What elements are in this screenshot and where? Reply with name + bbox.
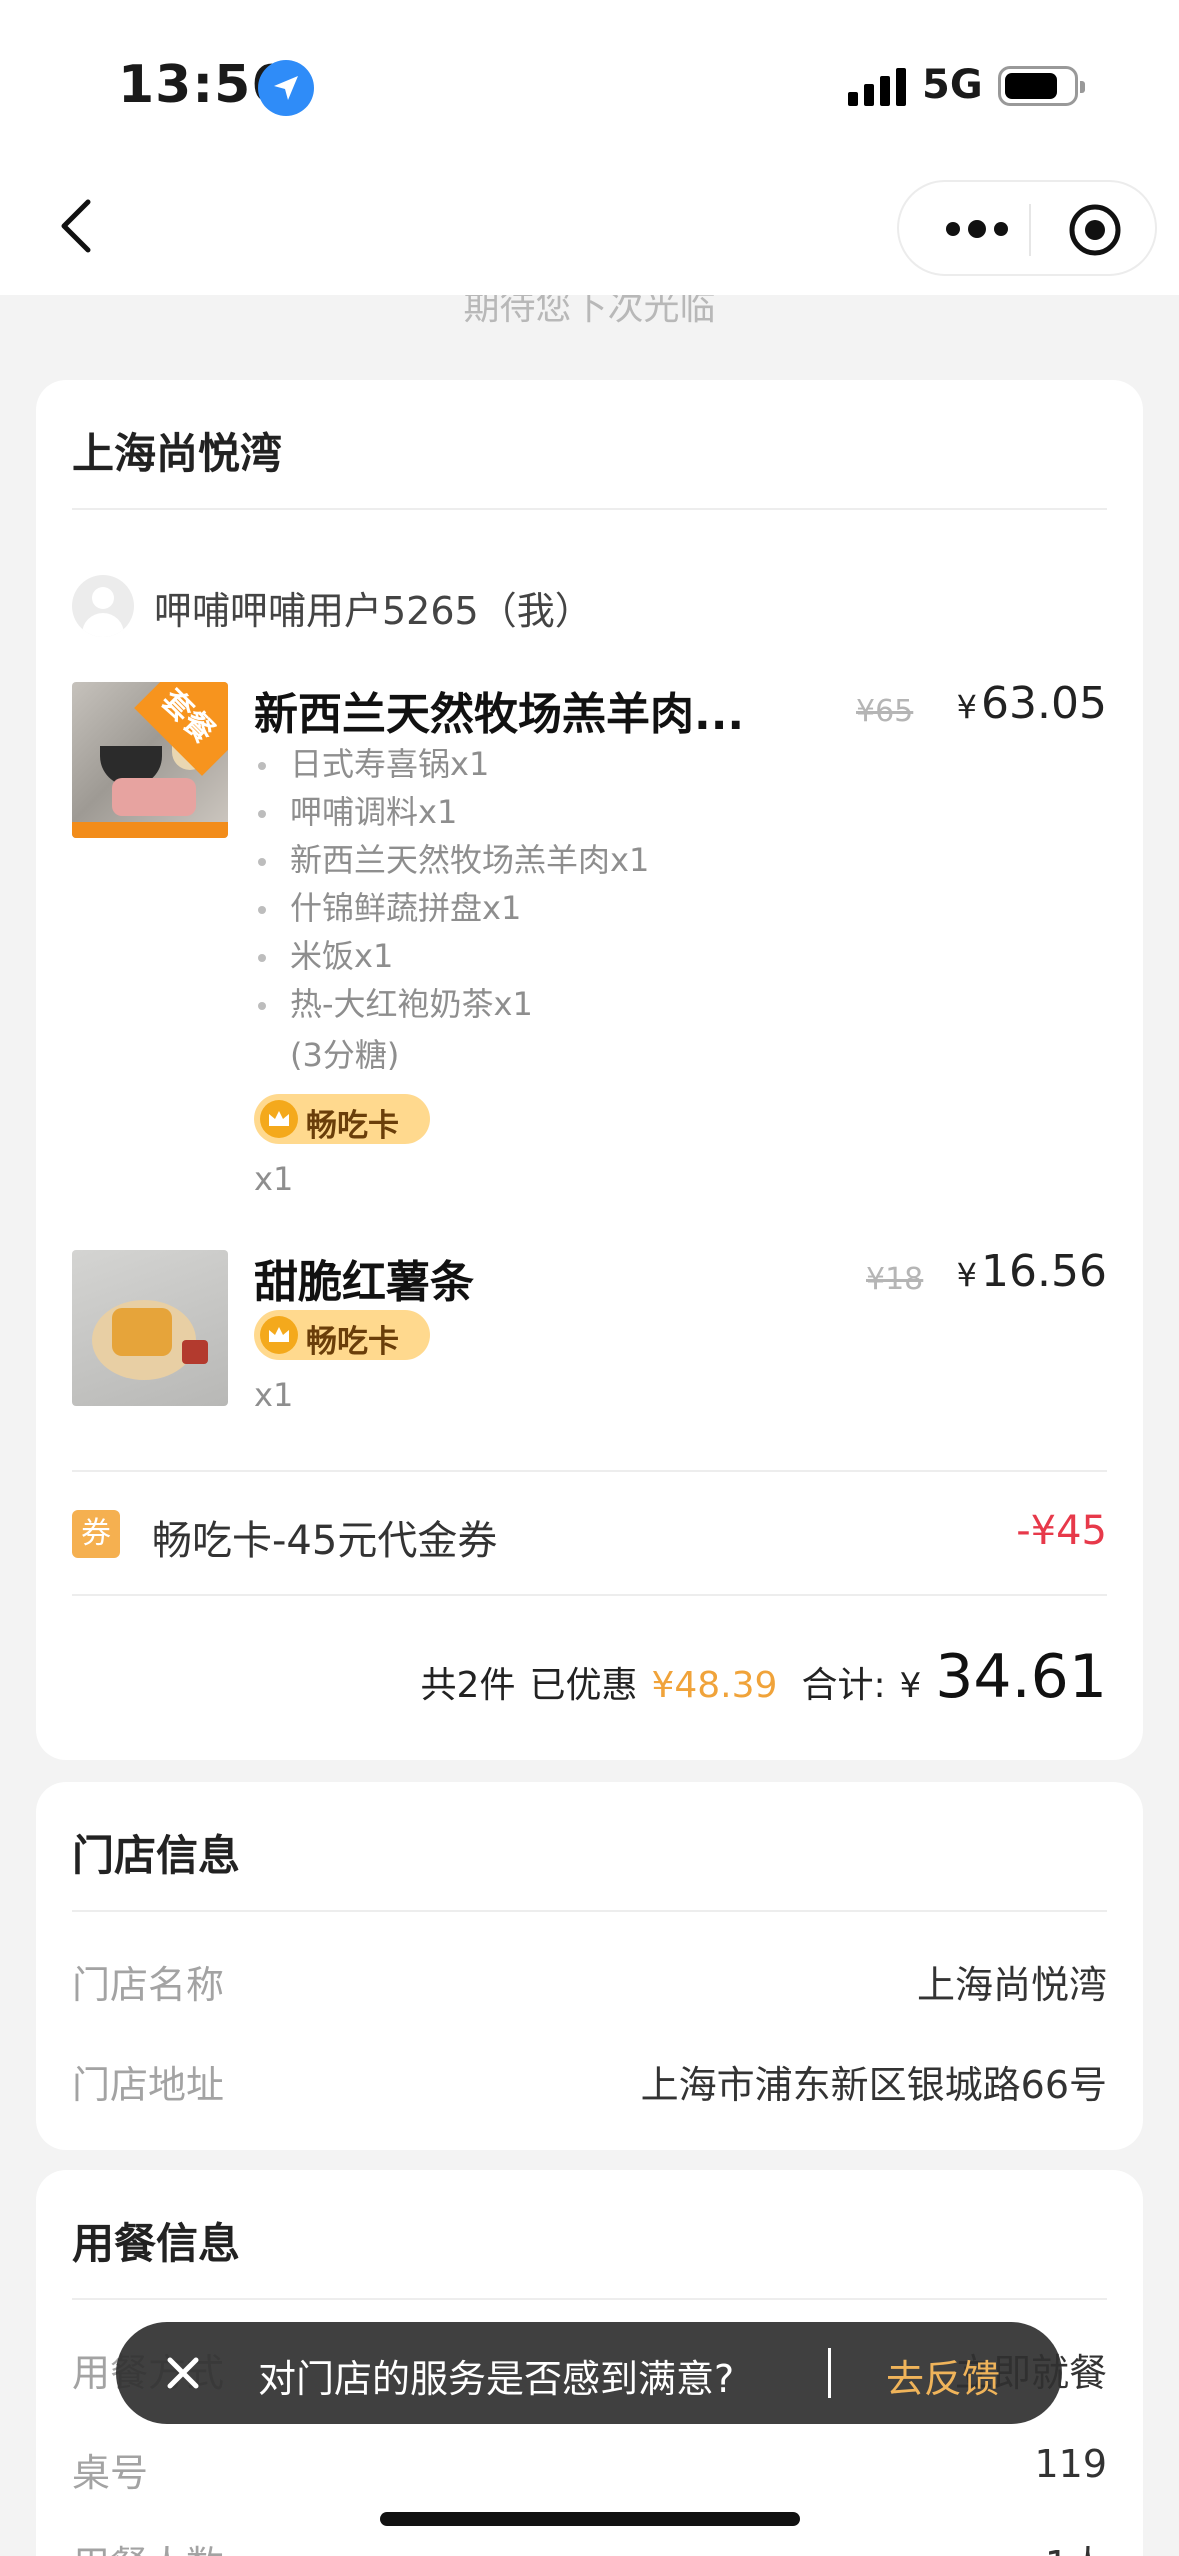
divider xyxy=(72,2298,1107,2300)
order-total-row: 共2件 已优惠 ¥48.39 合计: ¥ 34.61 xyxy=(421,1642,1107,1712)
list-item: 日式寿喜锅x1 xyxy=(254,740,649,788)
mini-program-capsule xyxy=(897,180,1157,276)
battery-icon xyxy=(998,66,1085,106)
item-quantity: x1 xyxy=(254,1160,294,1198)
info-value: 上海市浦东新区银城路66号 xyxy=(640,2063,1107,2107)
divider xyxy=(72,508,1107,510)
info-key: 门店地址 xyxy=(72,2063,225,2107)
item-name: 新西兰天然牧场羔羊肉... xyxy=(254,689,745,740)
sub-item-list: 日式寿喜锅x1 呷哺调料x1 新西兰天然牧场羔羊肉x1 什锦鲜蔬拼盘x1 米饭x… xyxy=(254,740,649,1028)
coupon-amount: -¥45 xyxy=(1016,1508,1107,1554)
close-icon[interactable] xyxy=(160,2350,206,2396)
list-item: 米饭x1 xyxy=(254,932,649,980)
section-title: 用餐信息 xyxy=(72,2219,241,2268)
item-thumbnail xyxy=(72,1250,228,1406)
price-currency: ¥ xyxy=(956,688,978,726)
info-key: 门店名称 xyxy=(72,1963,225,2007)
location-arrow-icon xyxy=(258,60,314,116)
info-key: 用餐人数 xyxy=(72,2534,224,2556)
crown-icon xyxy=(260,1100,298,1138)
discount-value: ¥48.39 xyxy=(651,1665,778,1706)
feedback-button[interactable]: 去反馈 xyxy=(886,2348,1000,2403)
info-value: 1人 xyxy=(1045,2534,1107,2556)
total-value: 34.61 xyxy=(935,1642,1107,1712)
price-value: 63.05 xyxy=(981,678,1107,729)
item-name: 甜脆红薯条 xyxy=(254,1257,474,1308)
store-info-card: 门店信息 门店名称 上海尚悦湾 门店地址 上海市浦东新区银城路66号 xyxy=(36,1782,1143,2150)
total-label: 合计: xyxy=(801,1665,886,1706)
list-item: 热-大红袍奶茶x1 xyxy=(254,980,649,1028)
list-item: 什锦鲜蔬拼盘x1 xyxy=(254,884,649,932)
info-value: 119 xyxy=(1034,2442,1107,2486)
discount-label: 已优惠 xyxy=(529,1665,638,1706)
original-price: ¥65 xyxy=(856,694,914,729)
badge-label: 畅吃卡 xyxy=(306,1324,399,1360)
store-title: 上海尚悦湾 xyxy=(72,429,283,478)
capsule-divider xyxy=(1029,204,1031,256)
top-bar: 13:56 5G xyxy=(0,0,1179,295)
avatar xyxy=(72,575,134,637)
list-item: 新西兰天然牧场羔羊肉x1 xyxy=(254,836,649,884)
divider xyxy=(72,1594,1107,1596)
feedback-toast: 对门店的服务是否感到满意? 去反馈 xyxy=(116,2322,1062,2424)
divider xyxy=(72,1910,1107,1912)
toast-divider xyxy=(828,2348,831,2398)
membership-badge: 畅吃卡 xyxy=(254,1310,430,1360)
item-price: ¥16.56 xyxy=(957,1246,1107,1297)
membership-badge: 畅吃卡 xyxy=(254,1094,430,1144)
order-card: 上海尚悦湾 呷哺呷哺用户5265（我） 套餐 新西兰天然牧场羔羊肉... ¥65… xyxy=(36,380,1143,1760)
toast-text: 对门店的服务是否感到满意? xyxy=(258,2357,735,2401)
divider xyxy=(72,1470,1107,1472)
home-indicator[interactable] xyxy=(380,2512,800,2526)
item-count: 共2件 xyxy=(420,1665,516,1706)
item-quantity: x1 xyxy=(254,1376,294,1414)
item-thumbnail: 套餐 xyxy=(72,682,228,838)
section-title: 门店信息 xyxy=(72,1831,241,1880)
original-price: ¥18 xyxy=(866,1262,924,1297)
price-value: 16.56 xyxy=(981,1246,1107,1297)
network-type: 5G xyxy=(922,62,983,108)
coupon-name: 畅吃卡-45元代金券 xyxy=(152,1518,498,1564)
info-value: 上海尚悦湾 xyxy=(916,1963,1107,2007)
more-dots-icon[interactable] xyxy=(937,214,1017,244)
chevron-left-icon[interactable] xyxy=(48,196,108,256)
signal-icon xyxy=(848,66,906,106)
list-item: 呷哺调料x1 xyxy=(254,788,649,836)
info-key: 桌号 xyxy=(72,2451,149,2495)
item-price: ¥63.05 xyxy=(957,678,1107,729)
target-circle-icon[interactable] xyxy=(1067,202,1123,258)
price-currency: ¥ xyxy=(956,1256,978,1294)
sub-item-note: (3分糖) xyxy=(290,1036,400,1074)
user-label: 呷哺呷哺用户5265（我） xyxy=(154,589,593,633)
coupon-icon: 券 xyxy=(72,1510,120,1558)
total-currency: ¥ xyxy=(899,1666,922,1706)
badge-label: 畅吃卡 xyxy=(306,1108,399,1144)
crown-icon xyxy=(260,1316,298,1354)
